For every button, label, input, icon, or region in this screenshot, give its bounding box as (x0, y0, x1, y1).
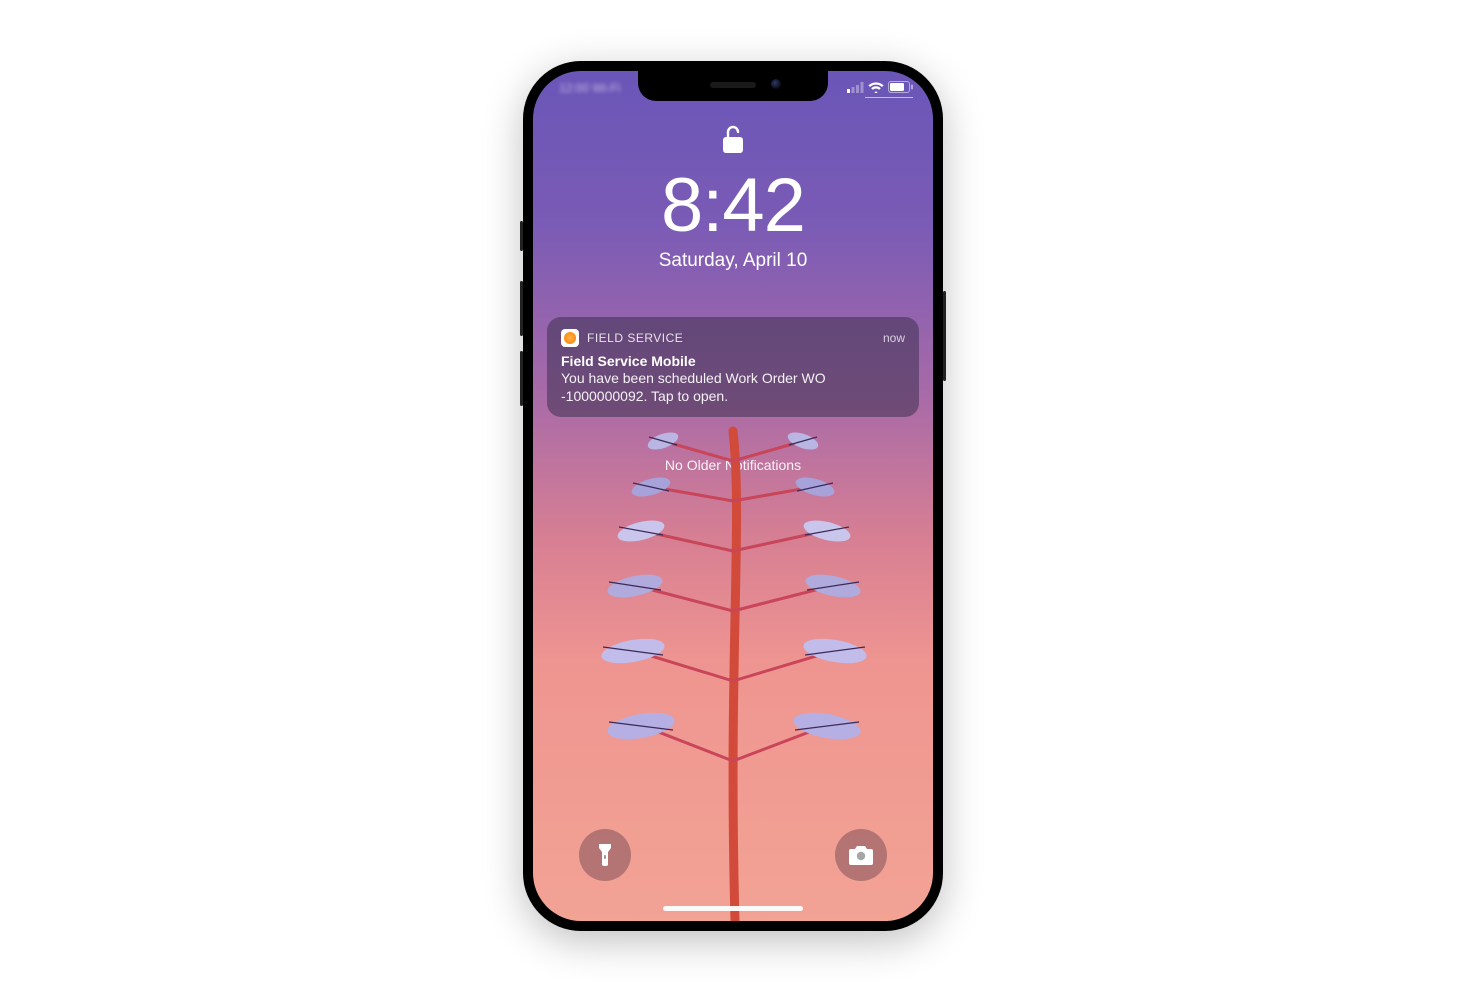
flashlight-icon (595, 842, 615, 868)
volume-up-button[interactable] (520, 281, 523, 336)
lock-header: 8:42 Saturday, April 10 (533, 123, 933, 272)
notification-body: You have been scheduled Work Order WO -1… (561, 369, 905, 405)
phone-frame: 12:00 Wi-Fi 8:42 Saturday, April 10 (523, 61, 943, 931)
clock-time: 8:42 (533, 168, 933, 244)
app-name: FIELD SERVICE (587, 331, 683, 345)
no-older-notifications: No Older Notifications (533, 457, 933, 473)
unlock-icon (721, 123, 745, 160)
mute-switch[interactable] (520, 221, 523, 251)
speaker-grille (710, 82, 756, 88)
side-button[interactable] (943, 291, 946, 381)
wallpaper-plant (593, 401, 873, 921)
clock-date: Saturday, April 10 (533, 250, 933, 272)
notification-title: Field Service Mobile (561, 353, 905, 369)
carrier-text: 12:00 Wi-Fi (559, 81, 620, 95)
camera-button[interactable] (835, 829, 887, 881)
notch (638, 71, 828, 101)
camera-icon (848, 844, 874, 866)
canvas: 12:00 Wi-Fi 8:42 Saturday, April 10 (0, 0, 1466, 992)
notification-timestamp: now (883, 331, 905, 345)
notification-card[interactable]: FIELD SERVICE now Field Service Mobile Y… (547, 317, 919, 417)
wifi-icon (868, 82, 884, 93)
status-underline (865, 97, 913, 98)
battery-icon (888, 81, 913, 93)
lock-screen[interactable]: 12:00 Wi-Fi 8:42 Saturday, April 10 (533, 71, 933, 921)
front-camera (771, 79, 781, 89)
cellular-icon (847, 82, 864, 93)
app-icon (561, 329, 579, 347)
notification-header: FIELD SERVICE now (561, 329, 905, 347)
home-indicator[interactable] (663, 906, 803, 911)
status-icons (847, 81, 913, 93)
flashlight-button[interactable] (579, 829, 631, 881)
volume-down-button[interactable] (520, 351, 523, 406)
